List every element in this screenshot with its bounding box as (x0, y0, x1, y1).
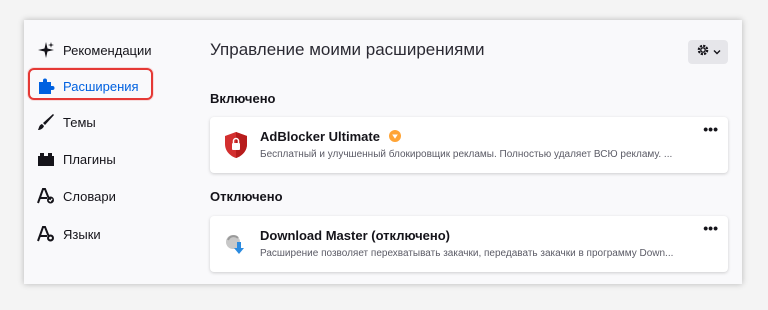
plugin-icon (36, 149, 56, 169)
chevron-down-icon (713, 43, 721, 61)
brush-icon (36, 112, 56, 132)
gear-icon (696, 43, 710, 62)
extension-description: Бесплатный и улучшенный блокировщик рекл… (260, 149, 673, 160)
languages-icon (36, 224, 56, 244)
extension-name: AdBlocker Ultimate (260, 129, 401, 145)
extension-name-text: AdBlocker Ultimate (260, 129, 380, 144)
extension-card-adblocker[interactable]: AdBlocker Ultimate Бесплатный и улучшенн… (210, 117, 728, 173)
sidebar-item-label: Плагины (63, 151, 116, 167)
sidebar-item-label: Языки (63, 226, 101, 242)
enabled-section-heading: Включено (210, 91, 276, 106)
sidebar-item-label: Темы (63, 114, 96, 130)
selection-highlight-frame (28, 68, 153, 100)
sidebar-item-dictionaries[interactable]: Словари (36, 184, 116, 208)
extension-name: Download Master (отключено) (260, 228, 450, 243)
dictionary-icon (36, 186, 56, 206)
download-master-icon (224, 230, 248, 258)
main-content: Управление моими расширениями Включено A… (210, 20, 728, 284)
shield-lock-icon (224, 131, 248, 159)
recommended-badge-icon (388, 130, 401, 145)
sidebar: Рекомендации Расширения Темы Плагины Сло (24, 20, 194, 284)
extension-card-download-master[interactable]: Download Master (отключено) Расширение п… (210, 216, 728, 272)
sidebar-item-recommendations[interactable]: Рекомендации (36, 38, 152, 62)
sidebar-item-languages[interactable]: Языки (36, 222, 101, 246)
sidebar-item-plugins[interactable]: Плагины (36, 147, 116, 171)
disabled-section-heading: Отключено (210, 189, 283, 204)
addons-manager-window: Рекомендации Расширения Темы Плагины Сло (24, 20, 742, 284)
extension-description: Расширение позволяет перехватывать закач… (260, 248, 674, 259)
page-title: Управление моими расширениями (210, 40, 485, 59)
more-options-button[interactable]: ••• (703, 121, 718, 137)
recommendations-sparkle-icon (36, 40, 56, 60)
settings-menu-button[interactable] (688, 40, 728, 64)
sidebar-item-label: Рекомендации (63, 42, 152, 58)
sidebar-item-label: Словари (63, 188, 116, 204)
sidebar-item-themes[interactable]: Темы (36, 110, 96, 134)
more-options-button[interactable]: ••• (703, 220, 718, 236)
